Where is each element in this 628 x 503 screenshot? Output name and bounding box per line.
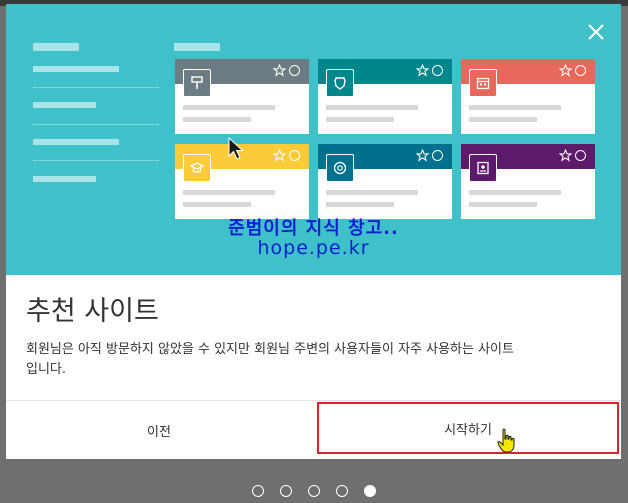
card-placeholder-line: [469, 202, 537, 207]
shield-badge-icon: [326, 69, 354, 97]
site-card: [461, 144, 595, 219]
site-card: [175, 59, 309, 134]
dialog-title: 추천 사이트: [26, 296, 159, 327]
previous-button[interactable]: 이전: [6, 401, 312, 459]
pager-dot[interactable]: [280, 485, 292, 497]
start-button[interactable]: 시작하기: [317, 402, 619, 454]
circle-icon: [432, 65, 443, 76]
description-line1: 회원님은 아직 방문하지 않았을 수 있지만 회원님 주변의 사용자들이 자주 …: [26, 342, 514, 357]
star-icon: [416, 64, 429, 77]
nav-mock-divider: [33, 87, 159, 88]
previous-button-label: 이전: [147, 424, 171, 440]
description-line2: 입니다.: [26, 362, 67, 377]
card-placeholder-line: [469, 117, 537, 122]
pager-dot-active[interactable]: [364, 485, 376, 497]
hero-illustration: 준범이의 지식 창고.. hope.pe.kr: [6, 4, 621, 275]
pager-dot[interactable]: [336, 485, 348, 497]
mouse-pointer-icon: [228, 137, 244, 160]
star-icon: [273, 64, 286, 77]
nav-mock-line: [33, 43, 79, 51]
hand-cursor-icon: [497, 428, 515, 453]
watermark-line2: hope.pe.kr: [257, 237, 370, 259]
card-placeholder-line: [326, 117, 394, 122]
star-icon: [559, 64, 572, 77]
start-button-label: 시작하기: [444, 422, 492, 438]
nav-mock-divider: [33, 160, 159, 161]
close-button[interactable]: [584, 20, 608, 44]
card-placeholder-line: [326, 202, 394, 207]
card-placeholder-line: [183, 202, 251, 207]
site-card: [318, 144, 452, 219]
pager: [0, 485, 628, 499]
recommended-sites-dialog: 준범이의 지식 창고.. hope.pe.kr 추천 사이트 회원님은 아직 방…: [6, 4, 621, 459]
card-placeholder-line: [183, 117, 251, 122]
document-image-icon: [469, 154, 497, 182]
nav-mock-heading: [174, 43, 220, 51]
card-placeholder-line: [183, 190, 275, 195]
card-placeholder-line: [183, 105, 275, 110]
pager-dot[interactable]: [308, 485, 320, 497]
card-placeholder-line: [326, 190, 418, 195]
circle-icon: [289, 65, 300, 76]
circle-icon: [432, 150, 443, 161]
nav-mock-line: [33, 102, 96, 108]
star-icon: [416, 149, 429, 162]
paint-roller-icon: [183, 69, 211, 97]
star-icon: [559, 149, 572, 162]
pager-dot[interactable]: [252, 485, 264, 497]
close-icon: [588, 24, 604, 40]
card-placeholder-line: [469, 105, 561, 110]
star-icon: [273, 149, 286, 162]
nav-mock-line: [33, 176, 96, 182]
calendar-icon: [469, 69, 497, 97]
circle-icon: [575, 150, 586, 161]
nav-mock-line: [33, 139, 119, 145]
graduation-cap-icon: [183, 154, 211, 182]
circle-icon: [575, 65, 586, 76]
circle-icon: [289, 150, 300, 161]
site-card: [461, 59, 595, 134]
site-card: [318, 59, 452, 134]
card-placeholder-line: [326, 105, 418, 110]
card-placeholder-line: [469, 190, 561, 195]
nav-mock-line: [33, 66, 119, 72]
dialog-description: 회원님은 아직 방문하지 않았을 수 있지만 회원님 주변의 사용자들이 자주 …: [26, 340, 601, 380]
camera-aperture-icon: [326, 154, 354, 182]
nav-mock-divider: [33, 124, 159, 125]
